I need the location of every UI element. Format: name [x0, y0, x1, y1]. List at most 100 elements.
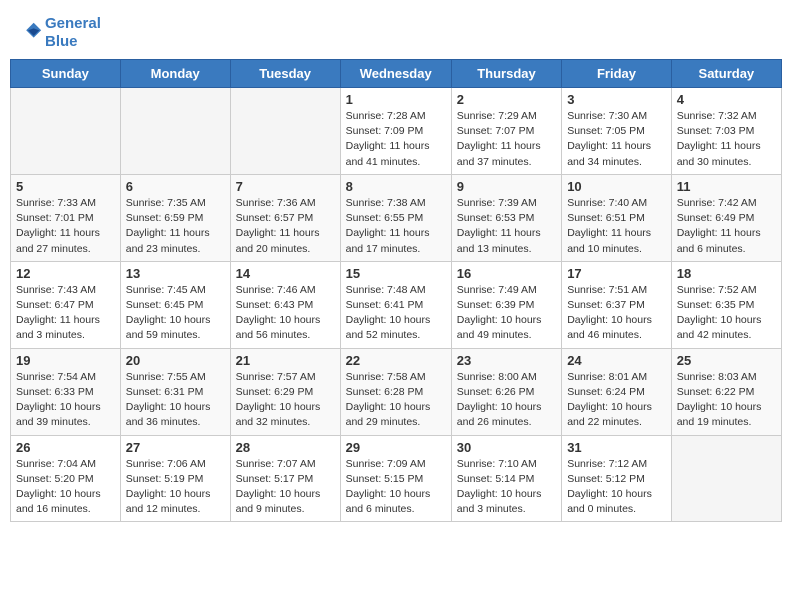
weekday-header: Saturday — [671, 60, 781, 88]
calendar-cell: 14Sunrise: 7:46 AMSunset: 6:43 PMDayligh… — [230, 261, 340, 348]
calendar-header-row: SundayMondayTuesdayWednesdayThursdayFrid… — [11, 60, 782, 88]
day-info: Sunrise: 7:49 AMSunset: 6:39 PMDaylight:… — [457, 283, 556, 344]
day-info: Sunrise: 7:55 AMSunset: 6:31 PMDaylight:… — [126, 370, 225, 431]
day-info: Sunrise: 8:03 AMSunset: 6:22 PMDaylight:… — [677, 370, 776, 431]
day-info: Sunrise: 7:33 AMSunset: 7:01 PMDaylight:… — [16, 196, 115, 257]
calendar-cell: 9 Sunrise: 7:39 AMSunset: 6:53 PMDaylight… — [451, 174, 561, 261]
calendar-cell: 4Sunrise: 7:32 AMSunset: 7:03 PMDaylight… — [671, 88, 781, 175]
day-info: Sunrise: 7:07 AMSunset: 5:17 PMDaylight:… — [236, 457, 335, 518]
calendar-cell: 10 Sunrise: 7:40 AMSunset: 6:51 PMDayligh… — [562, 174, 672, 261]
day-number: 27 — [126, 440, 225, 455]
day-number: 1 — [346, 92, 446, 107]
day-number: 4 — [677, 92, 776, 107]
calendar-cell: 30 Sunrise: 7:10 AMSunset: 5:14 PMDayligh… — [451, 435, 561, 522]
day-number: 20 — [126, 353, 225, 368]
day-info: Sunrise: 7:06 AMSunset: 5:19 PMDaylight:… — [126, 457, 225, 518]
calendar-cell: 15 Sunrise: 7:48 AMSunset: 6:41 PMDayligh… — [340, 261, 451, 348]
day-info: Sunrise: 7:38 AMSunset: 6:55 PMDaylight:… — [346, 196, 446, 257]
day-number: 11 — [677, 179, 776, 194]
logo: General Blue — [15, 15, 101, 51]
day-number: 25 — [677, 353, 776, 368]
day-info: Sunrise: 7:10 AMSunset: 5:14 PMDaylight:… — [457, 457, 556, 518]
calendar-cell: 7Sunrise: 7:36 AMSunset: 6:57 PMDaylight… — [230, 174, 340, 261]
day-number: 21 — [236, 353, 335, 368]
day-info: Sunrise: 7:09 AMSunset: 5:15 PMDaylight:… — [346, 457, 446, 518]
calendar-cell: 13 Sunrise: 7:45 AMSunset: 6:45 PMDayligh… — [120, 261, 230, 348]
day-number: 26 — [16, 440, 115, 455]
day-number: 24 — [567, 353, 666, 368]
day-number: 8 — [346, 179, 446, 194]
calendar-cell: 11 Sunrise: 7:42 AMSunset: 6:49 PMDayligh… — [671, 174, 781, 261]
calendar-cell: 26 Sunrise: 7:04 AMSunset: 5:20 PMDayligh… — [11, 435, 121, 522]
calendar-cell: 3 Sunrise: 7:30 AMSunset: 7:05 PMDaylight… — [562, 88, 672, 175]
day-info: Sunrise: 8:01 AMSunset: 6:24 PMDaylight:… — [567, 370, 666, 431]
calendar-cell: 21Sunrise: 7:57 AMSunset: 6:29 PMDayligh… — [230, 348, 340, 435]
calendar-week-row: 5 Sunrise: 7:33 AMSunset: 7:01 PMDaylight… — [11, 174, 782, 261]
calendar-cell: 29 Sunrise: 7:09 AMSunset: 5:15 PMDayligh… — [340, 435, 451, 522]
day-info: Sunrise: 7:45 AMSunset: 6:45 PMDaylight:… — [126, 283, 225, 344]
calendar-cell: 17 Sunrise: 7:51 AMSunset: 6:37 PMDayligh… — [562, 261, 672, 348]
calendar-cell — [120, 88, 230, 175]
calendar-cell: 28Sunrise: 7:07 AMSunset: 5:17 PMDayligh… — [230, 435, 340, 522]
weekday-header: Sunday — [11, 60, 121, 88]
day-info: Sunrise: 7:36 AMSunset: 6:57 PMDaylight:… — [236, 196, 335, 257]
calendar-cell: 22 Sunrise: 7:58 AMSunset: 6:28 PMDayligh… — [340, 348, 451, 435]
weekday-header: Thursday — [451, 60, 561, 88]
day-info: Sunrise: 7:42 AMSunset: 6:49 PMDaylight:… — [677, 196, 776, 257]
day-number: 2 — [457, 92, 556, 107]
day-info: Sunrise: 7:58 AMSunset: 6:28 PMDaylight:… — [346, 370, 446, 431]
calendar-week-row: 19Sunrise: 7:54 AMSunset: 6:33 PMDayligh… — [11, 348, 782, 435]
calendar-cell: 16Sunrise: 7:49 AMSunset: 6:39 PMDayligh… — [451, 261, 561, 348]
day-info: Sunrise: 7:39 AMSunset: 6:53 PMDaylight:… — [457, 196, 556, 257]
day-number: 29 — [346, 440, 446, 455]
day-number: 17 — [567, 266, 666, 281]
calendar-table: SundayMondayTuesdayWednesdayThursdayFrid… — [10, 59, 782, 522]
calendar-cell — [230, 88, 340, 175]
calendar-cell: 8 Sunrise: 7:38 AMSunset: 6:55 PMDaylight… — [340, 174, 451, 261]
day-number: 14 — [236, 266, 335, 281]
day-info: Sunrise: 7:35 AMSunset: 6:59 PMDaylight:… — [126, 196, 225, 257]
day-info: Sunrise: 7:40 AMSunset: 6:51 PMDaylight:… — [567, 196, 666, 257]
calendar-cell: 1 Sunrise: 7:28 AMSunset: 7:09 PMDaylight… — [340, 88, 451, 175]
page-header: General Blue — [10, 10, 782, 51]
calendar-cell — [671, 435, 781, 522]
day-number: 5 — [16, 179, 115, 194]
day-info: Sunrise: 7:30 AMSunset: 7:05 PMDaylight:… — [567, 109, 666, 170]
day-info: Sunrise: 7:43 AMSunset: 6:47 PMDaylight:… — [16, 283, 115, 344]
calendar-cell: 23 Sunrise: 8:00 AMSunset: 6:26 PMDayligh… — [451, 348, 561, 435]
weekday-header: Monday — [120, 60, 230, 88]
calendar-cell: 2 Sunrise: 7:29 AMSunset: 7:07 PMDaylight… — [451, 88, 561, 175]
day-number: 22 — [346, 353, 446, 368]
day-info: Sunrise: 8:00 AMSunset: 6:26 PMDaylight:… — [457, 370, 556, 431]
day-number: 10 — [567, 179, 666, 194]
day-number: 18 — [677, 266, 776, 281]
day-number: 12 — [16, 266, 115, 281]
day-info: Sunrise: 7:29 AMSunset: 7:07 PMDaylight:… — [457, 109, 556, 170]
day-info: Sunrise: 7:48 AMSunset: 6:41 PMDaylight:… — [346, 283, 446, 344]
day-number: 3 — [567, 92, 666, 107]
weekday-header: Friday — [562, 60, 672, 88]
calendar-cell: 20 Sunrise: 7:55 AMSunset: 6:31 PMDayligh… — [120, 348, 230, 435]
day-info: Sunrise: 7:52 AMSunset: 6:35 PMDaylight:… — [677, 283, 776, 344]
day-info: Sunrise: 7:04 AMSunset: 5:20 PMDaylight:… — [16, 457, 115, 518]
day-info: Sunrise: 7:51 AMSunset: 6:37 PMDaylight:… — [567, 283, 666, 344]
calendar-cell — [11, 88, 121, 175]
calendar-cell: 19Sunrise: 7:54 AMSunset: 6:33 PMDayligh… — [11, 348, 121, 435]
day-number: 13 — [126, 266, 225, 281]
calendar-cell: 6 Sunrise: 7:35 AMSunset: 6:59 PMDaylight… — [120, 174, 230, 261]
calendar-cell: 12 Sunrise: 7:43 AMSunset: 6:47 PMDayligh… — [11, 261, 121, 348]
logo-text: General Blue — [45, 15, 101, 51]
day-number: 15 — [346, 266, 446, 281]
day-number: 30 — [457, 440, 556, 455]
calendar-cell: 25 Sunrise: 8:03 AMSunset: 6:22 PMDayligh… — [671, 348, 781, 435]
day-number: 23 — [457, 353, 556, 368]
day-number: 19 — [16, 353, 115, 368]
calendar-cell: 5 Sunrise: 7:33 AMSunset: 7:01 PMDaylight… — [11, 174, 121, 261]
calendar-cell: 31Sunrise: 7:12 AMSunset: 5:12 PMDayligh… — [562, 435, 672, 522]
day-number: 6 — [126, 179, 225, 194]
calendar-cell: 27 Sunrise: 7:06 AMSunset: 5:19 PMDayligh… — [120, 435, 230, 522]
day-number: 9 — [457, 179, 556, 194]
weekday-header: Wednesday — [340, 60, 451, 88]
day-info: Sunrise: 7:28 AMSunset: 7:09 PMDaylight:… — [346, 109, 446, 170]
logo-icon — [15, 19, 43, 47]
